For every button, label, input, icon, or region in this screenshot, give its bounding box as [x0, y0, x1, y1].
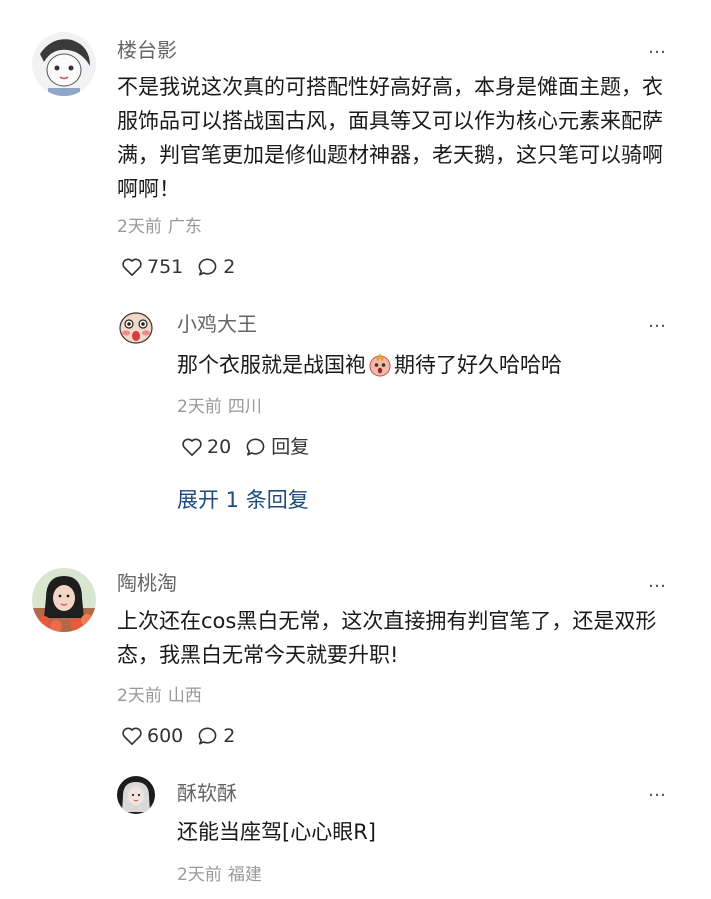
location: 广东	[167, 217, 202, 237]
username[interactable]: 楼台影	[117, 38, 177, 62]
comment-actions: 600 2	[121, 725, 235, 747]
location: 福建	[227, 865, 262, 885]
reply-text-part: 期待了好久哈哈哈	[394, 353, 562, 377]
reply-actions: 20 回复	[181, 436, 309, 458]
comment-text: 不是我说这次真的可搭配性好高好高，本身是傩面主题，衣服饰品可以搭战国古风，面具等…	[117, 75, 663, 201]
reply-text: 还能当座驾[心心眼R]	[177, 820, 376, 844]
avatar[interactable]	[32, 32, 96, 96]
comment-meta: 2天前 广东	[117, 217, 202, 237]
ellipsis-icon[interactable]: …	[648, 312, 667, 332]
like-button[interactable]: 20	[181, 436, 231, 458]
reply-button[interactable]: 回复	[245, 436, 309, 458]
reply-count: 2	[223, 725, 236, 747]
avatar[interactable]	[32, 568, 96, 632]
like-count: 20	[207, 436, 232, 458]
timestamp: 2天前	[177, 397, 222, 417]
like-count: 600	[147, 725, 184, 747]
reply-count: 2	[223, 256, 236, 278]
reply-avatar[interactable]	[117, 308, 155, 346]
comment-text: 上次还在cos黑白无常，这次直接拥有判官笔了，还是双形态，我黑白无常今天就要升职…	[117, 609, 657, 667]
ellipsis-icon[interactable]: …	[648, 572, 667, 592]
expand-replies-link[interactable]: 展开 1 条回复	[177, 488, 309, 512]
reply-meta: 2天前 四川	[177, 397, 262, 417]
heart-outline-icon	[122, 258, 142, 276]
heart-outline-icon	[182, 438, 202, 456]
timestamp: 2天前	[177, 865, 222, 885]
username[interactable]: 陶桃淘	[117, 571, 177, 595]
reply-avatar[interactable]	[117, 776, 155, 814]
reply-meta: 2天前 福建	[177, 865, 262, 885]
like-button[interactable]: 600	[121, 725, 183, 747]
location: 山西	[167, 686, 202, 706]
reply-text-part: 那个衣服就是战国袍	[177, 353, 366, 377]
reply-button[interactable]: 2	[197, 256, 235, 278]
heart-outline-icon	[122, 727, 142, 745]
reply-text: 那个衣服就是战国袍 期待了好久哈哈哈	[177, 348, 667, 387]
reply-button[interactable]: 2	[197, 725, 235, 747]
speech-bubble-icon	[198, 727, 217, 745]
ellipsis-icon[interactable]: …	[648, 38, 667, 58]
surprised-face-emoji	[368, 352, 392, 387]
speech-bubble-icon	[198, 258, 217, 276]
location: 四川	[227, 397, 262, 417]
speech-bubble-icon	[246, 438, 265, 456]
ellipsis-icon[interactable]: …	[648, 781, 667, 801]
comment-actions: 751 2	[121, 256, 235, 278]
like-count: 751	[147, 256, 184, 278]
comment-meta: 2天前 山西	[117, 686, 202, 706]
reply-username[interactable]: 小鸡大王	[177, 312, 257, 336]
reply-label: 回复	[271, 436, 310, 458]
reply-username[interactable]: 酥软酥	[177, 781, 237, 805]
timestamp: 2天前	[117, 217, 162, 237]
timestamp: 2天前	[117, 686, 162, 706]
like-button[interactable]: 751	[121, 256, 183, 278]
